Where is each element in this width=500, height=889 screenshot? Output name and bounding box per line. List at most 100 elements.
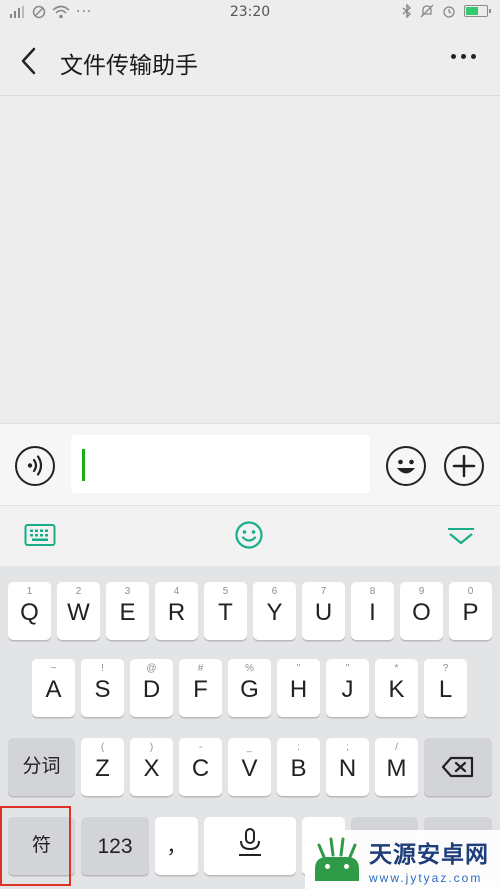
- bluetooth-icon: [402, 4, 412, 18]
- highlight-annotation: [0, 806, 71, 886]
- page-title: 文件传输助手: [60, 53, 198, 79]
- key-sub-label: 2: [75, 586, 82, 597]
- key-g[interactable]: % G: [228, 659, 271, 717]
- status-bar: ··· 23:20: [0, 0, 500, 26]
- microphone-icon: [239, 828, 261, 856]
- key-q[interactable]: 1Q: [8, 582, 51, 640]
- key-label: N: [338, 755, 357, 782]
- key-label: K: [388, 676, 405, 703]
- emoji-panel-button[interactable]: [234, 520, 264, 554]
- key-sub-label: #: [197, 663, 204, 674]
- key-e[interactable]: 3E: [106, 582, 149, 640]
- keyboard-switch-button[interactable]: [24, 523, 56, 551]
- key-label: F: [193, 676, 208, 703]
- keyboard-toolbar: [0, 505, 500, 566]
- key-label: Z: [95, 755, 110, 782]
- key-sub-label: @: [146, 663, 157, 674]
- key-sub-label: ~: [50, 663, 57, 674]
- more-button[interactable]: [451, 54, 476, 59]
- key-j[interactable]: " J: [326, 659, 369, 717]
- key-sub-label: *: [394, 663, 399, 674]
- key-z[interactable]: (Z: [81, 738, 124, 796]
- key-sub-label: -: [198, 742, 203, 753]
- key-sub-label: 9: [418, 586, 425, 597]
- key-label: B: [290, 755, 307, 782]
- key-label: P: [462, 599, 479, 626]
- key-label: I: [369, 599, 376, 626]
- key-label: Y: [266, 599, 283, 626]
- key-y[interactable]: 6Y: [253, 582, 296, 640]
- key-label: T: [218, 599, 233, 626]
- key-label: L: [438, 676, 453, 703]
- key-p[interactable]: 0P: [449, 582, 492, 640]
- key-sub-label: 3: [124, 586, 131, 597]
- key-u[interactable]: 7U: [302, 582, 345, 640]
- key-sub-label: ": [296, 663, 301, 674]
- key-sub-label: _: [246, 742, 253, 753]
- watermark-url: www.jytyaz.com: [369, 870, 483, 885]
- key-label: W: [67, 599, 90, 626]
- comma-key[interactable]: ，: [155, 817, 198, 875]
- key-sub-label: ?: [442, 663, 449, 674]
- input-bar: [0, 423, 500, 505]
- key-label: 123: [97, 835, 133, 858]
- collapse-keyboard-button[interactable]: [446, 526, 476, 550]
- key-label: ，: [166, 834, 187, 858]
- key-s[interactable]: ! S: [81, 659, 124, 717]
- numbers-key[interactable]: 123: [81, 817, 149, 875]
- key-label: J: [341, 676, 354, 703]
- key-sub-label: %: [245, 663, 254, 674]
- key-sub-label: 1: [26, 586, 33, 597]
- collapse-icon: [448, 528, 474, 545]
- status-right: [402, 4, 491, 18]
- watermark-logo-icon: [309, 835, 365, 885]
- key-f[interactable]: # F: [179, 659, 222, 717]
- emoji-icon: [397, 459, 415, 474]
- text-caret: [82, 449, 85, 481]
- backspace-key[interactable]: [424, 738, 492, 796]
- key-a[interactable]: ~ A: [32, 659, 75, 717]
- message-input[interactable]: [71, 435, 370, 493]
- smiley-icon: [235, 521, 263, 549]
- key-label: R: [167, 599, 186, 626]
- key-o[interactable]: 9O: [400, 582, 443, 640]
- key-label: D: [142, 676, 161, 703]
- chat-message-area[interactable]: [0, 97, 500, 423]
- key-n[interactable]: ; N: [326, 738, 369, 796]
- key-c[interactable]: -C: [179, 738, 222, 796]
- key-i[interactable]: 8I: [351, 582, 394, 640]
- space-voice-key[interactable]: [204, 817, 296, 875]
- key-sub-label: 6: [271, 586, 278, 597]
- key-h[interactable]: " H: [277, 659, 320, 717]
- key-w[interactable]: 2W: [57, 582, 100, 640]
- key-sub-label: ): [149, 742, 154, 753]
- key-sub-label: 5: [222, 586, 229, 597]
- key-label: V: [241, 755, 258, 782]
- key-sub-label: (: [100, 742, 105, 753]
- key-sub-label: 0: [467, 586, 474, 597]
- key-label: U: [314, 599, 333, 626]
- key-d[interactable]: @ D: [130, 659, 173, 717]
- key-sub-label: 4: [173, 586, 180, 597]
- segment-key[interactable]: 分词: [8, 738, 75, 796]
- key-t[interactable]: 5T: [204, 582, 247, 640]
- key-label: S: [94, 676, 111, 703]
- emoji-button[interactable]: [386, 446, 426, 486]
- key-l[interactable]: ? L: [424, 659, 467, 717]
- key-label: O: [412, 599, 431, 626]
- alarm-icon: [443, 6, 455, 18]
- key-v[interactable]: _ V: [228, 738, 271, 796]
- key-b[interactable]: :B: [277, 738, 320, 796]
- backspace-icon: [441, 756, 474, 778]
- key-k[interactable]: * K: [375, 659, 418, 717]
- key-label: E: [119, 599, 136, 626]
- key-x[interactable]: ) X: [130, 738, 173, 796]
- keyboard-icon: [24, 524, 56, 546]
- back-button[interactable]: [14, 46, 44, 76]
- key-m[interactable]: / M: [375, 738, 418, 796]
- key-sub-label: 8: [369, 586, 376, 597]
- key-label: A: [45, 676, 62, 703]
- key-r[interactable]: 4R: [155, 582, 198, 640]
- more-functions-button[interactable]: [444, 446, 484, 486]
- voice-button[interactable]: [15, 446, 55, 486]
